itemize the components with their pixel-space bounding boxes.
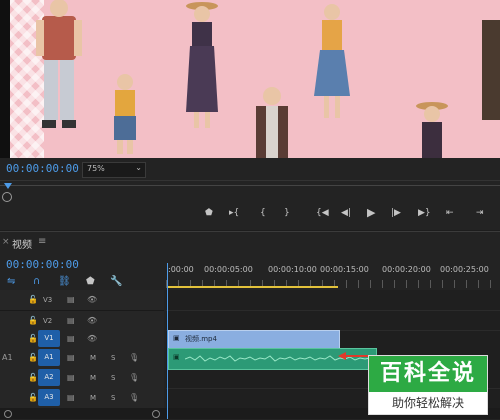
panel-menu-icon[interactable]: ≡: [38, 236, 46, 247]
solo-button[interactable]: S: [111, 394, 115, 402]
video-clip[interactable]: ▣ 视频.mp4: [168, 330, 340, 349]
figure-woman-denim-skirt: [314, 4, 350, 118]
track-header-a2: 🔓 A2 ▤ M S 🎙: [0, 368, 164, 389]
work-area-bar[interactable]: [168, 286, 338, 288]
timeline-playhead[interactable]: [167, 263, 168, 419]
lift-icon[interactable]: ⇤: [446, 208, 454, 218]
video-clip-name: 视频.mp4: [185, 335, 217, 343]
sync-lock-icon[interactable]: ▤: [67, 373, 75, 382]
step-forward-icon[interactable]: |▶: [391, 208, 401, 218]
lock-icon[interactable]: 🔓: [28, 393, 38, 402]
ruler-label: 00:00:05:00: [204, 265, 253, 274]
zoom-value: 75%: [87, 164, 105, 173]
lane-v3[interactable]: [166, 290, 500, 311]
track-header-a1: A1 🔓 A1 ▤ M S 🎙: [0, 348, 164, 369]
source-patch-v1[interactable]: V1: [38, 330, 60, 347]
mute-button[interactable]: M: [90, 354, 96, 362]
target-a1[interactable]: A1: [38, 349, 60, 366]
in-bracket-icon[interactable]: {: [260, 208, 266, 218]
mute-button[interactable]: M: [90, 394, 96, 402]
sequence-tab[interactable]: 视频: [12, 236, 32, 251]
watermark-title: 百科全说: [369, 356, 487, 392]
figure-woman-purple-dress: [186, 2, 218, 128]
track-label[interactable]: V2: [43, 317, 52, 325]
solo-button[interactable]: S: [111, 374, 115, 382]
wrench-icon[interactable]: 🔧: [110, 276, 122, 287]
ruler-label: 00:00:25:00: [440, 265, 489, 274]
scroll-handle[interactable]: [2, 192, 12, 202]
lane-v2[interactable]: [166, 311, 500, 331]
fx-icon: ▣: [173, 353, 180, 361]
snap-icon[interactable]: ∩: [33, 276, 40, 287]
timeline-timecode[interactable]: 00:00:00:00: [6, 258, 79, 271]
microphone-icon[interactable]: 🎙: [129, 373, 139, 382]
figure-man-coat: [256, 87, 288, 158]
eye-icon[interactable]: 👁: [87, 334, 97, 343]
ruler-label: 00:00:10:00: [268, 265, 317, 274]
watermark-subtitle: 助你轻松解决: [391, 396, 464, 410]
track-header-a3: 🔓 A3 ▤ M S 🎙: [0, 388, 164, 409]
scroll-handle-left[interactable]: [4, 410, 12, 418]
target-a3[interactable]: A3: [38, 389, 60, 406]
program-monitor: [0, 0, 500, 158]
target-a2[interactable]: A2: [38, 369, 60, 386]
monitor-mini-ruler[interactable]: [0, 180, 500, 201]
figure-woman-yellow: [114, 74, 136, 154]
sync-lock-icon[interactable]: ▤: [67, 295, 75, 304]
sync-lock-icon[interactable]: ▤: [67, 393, 75, 402]
zoom-select[interactable]: 75% ⌄: [82, 162, 146, 178]
source-patch-a1-left[interactable]: A1: [2, 353, 13, 362]
track-label[interactable]: V3: [43, 296, 52, 304]
lock-icon[interactable]: 🔓: [28, 334, 38, 343]
ruler-label: 00:00:15:00: [320, 265, 369, 274]
microphone-icon[interactable]: 🎙: [129, 353, 139, 362]
eye-icon[interactable]: 👁: [87, 316, 97, 325]
close-panel-icon[interactable]: ×: [2, 237, 10, 247]
figure-partial-right: [482, 20, 500, 120]
extract-icon[interactable]: ⇥: [476, 208, 484, 218]
go-to-out-icon[interactable]: ▶}: [418, 208, 431, 218]
chevron-down-icon: ⌄: [135, 163, 142, 172]
step-back-icon[interactable]: ◀|: [341, 208, 351, 218]
solo-button[interactable]: S: [111, 354, 115, 362]
monitor-playhead-icon[interactable]: [4, 183, 12, 189]
lock-icon[interactable]: 🔓: [28, 295, 38, 304]
sync-lock-icon[interactable]: ▤: [67, 334, 75, 343]
figure-woman-hat: [416, 102, 448, 158]
eye-icon[interactable]: 👁: [87, 295, 97, 304]
video-frame: [10, 0, 500, 158]
out-bracket-icon[interactable]: }: [284, 208, 290, 218]
linked-selection-icon[interactable]: ⛓: [58, 276, 71, 287]
add-marker-icon[interactable]: ⬟: [205, 208, 213, 218]
lock-icon[interactable]: 🔓: [28, 353, 38, 362]
track-header-v1: 🔓 V1 ▤ 👁: [0, 330, 164, 349]
ruler-label: :00:00: [168, 265, 194, 274]
fx-icon: ▣: [173, 334, 180, 342]
lock-icon[interactable]: 🔓: [28, 373, 38, 382]
play-icon[interactable]: ▶: [367, 206, 375, 219]
watermark-logo: 百科全说 助你轻松解决: [368, 355, 488, 415]
sync-lock-icon[interactable]: ▤: [67, 316, 75, 325]
go-to-in-icon[interactable]: {◀: [316, 208, 329, 218]
ruler-label: 00:00:20:00: [382, 265, 431, 274]
mute-button[interactable]: M: [90, 374, 96, 382]
monitor-timecode[interactable]: 00:00:00:00: [6, 162, 79, 175]
track-header-v2: 🔓 V2 ▤ 👁: [0, 311, 164, 331]
lock-icon[interactable]: 🔓: [28, 316, 38, 325]
microphone-icon[interactable]: 🎙: [129, 393, 139, 402]
scroll-handle-right[interactable]: [152, 410, 160, 418]
add-marker-icon-timeline[interactable]: ⬟: [86, 276, 95, 287]
figure-man-red-shirt: [36, 0, 82, 128]
mark-in-icon[interactable]: ▸{: [229, 208, 239, 218]
sync-lock-icon[interactable]: ▤: [67, 353, 75, 362]
insert-overwrite-icon[interactable]: ⇋: [7, 276, 15, 287]
track-header-v3: 🔓 V3 ▤ 👁: [0, 290, 164, 311]
